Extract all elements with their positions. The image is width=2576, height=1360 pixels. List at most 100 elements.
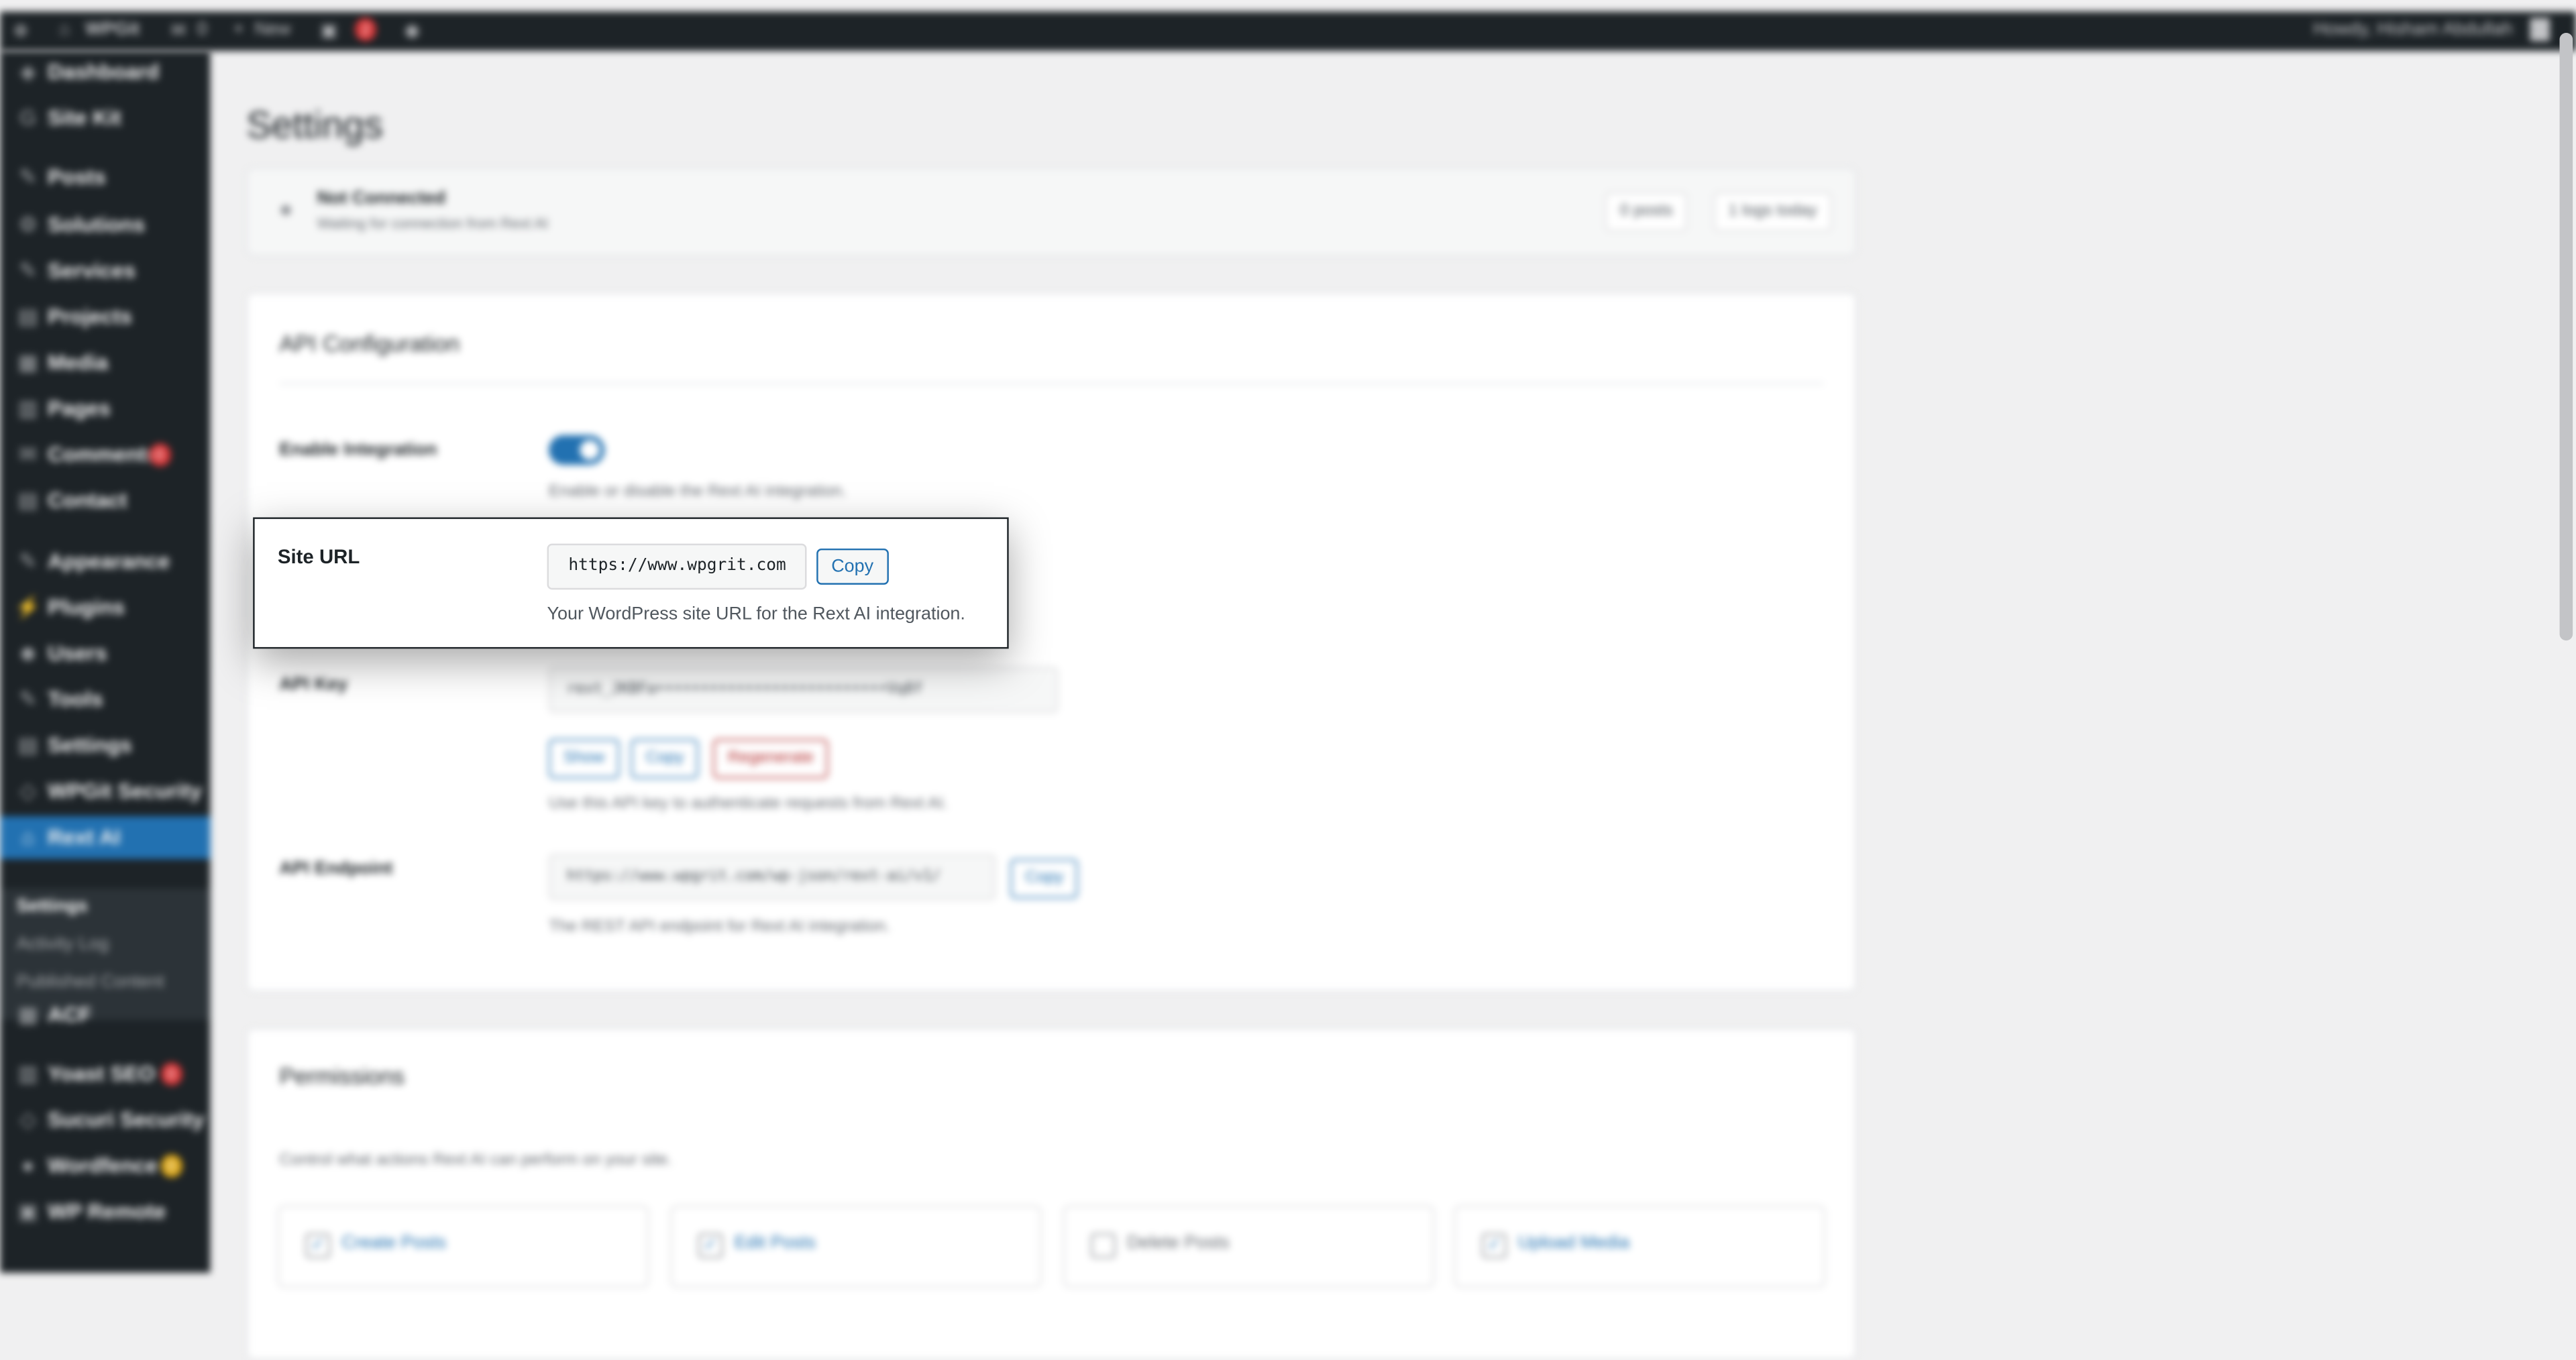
copy-endpoint-button[interactable]: Copy (1010, 858, 1079, 899)
plus-icon: + (233, 19, 244, 40)
sidebar-item-plugins[interactable]: ⚡ Plugins (0, 586, 210, 629)
divider (279, 382, 1824, 385)
home-icon: ⌂ (59, 19, 70, 40)
sidebar-item-comments[interactable]: ✉ Comments 0 (0, 434, 210, 477)
page-title: Settings (246, 104, 383, 147)
mail-icon: ▤ (17, 488, 38, 513)
status-title: Not Connected (317, 188, 446, 209)
updates-badge[interactable]: 2 (354, 17, 376, 42)
checkbox[interactable]: ✓ (305, 1233, 331, 1258)
page-icon: ▥ (17, 396, 38, 420)
sidebar-item-wordfence[interactable]: ● Wordfence 0 (0, 1145, 210, 1188)
permissions-description: Control what actions Rext AI can perform… (279, 1151, 672, 1170)
sidebar-item-dashboard[interactable]: ◈ Dashboard (0, 51, 210, 94)
admin-bar: ⊕ ⌂ WPGit ✉ 0 + New ▣ 2 ◉ Howdy, Hisham … (0, 11, 2576, 51)
new-content-link[interactable]: New (255, 19, 291, 39)
wordpress-logo-icon[interactable]: ⊕ (13, 19, 29, 41)
sidebar-item-wp-remote[interactable]: ▣ WP Remote (0, 1191, 210, 1234)
sidebar-item-pages[interactable]: ▥ Pages (0, 388, 210, 431)
media-icon: ▦ (17, 349, 38, 375)
seo-icon: ▥ (17, 1061, 38, 1086)
toggle-knob (580, 440, 600, 460)
sidebar-item-rext-ai[interactable]: ⌂ Rext AI (0, 816, 211, 859)
sidebar-item-sucuri-security[interactable]: ◇ Sucuri Security (0, 1098, 210, 1141)
api-endpoint-description: The REST API endpoint for Rext AI integr… (548, 917, 890, 936)
site-name-link[interactable]: WPGit (85, 19, 140, 39)
permission-delete-posts[interactable]: Delete Posts (1063, 1205, 1434, 1288)
brush-icon: ✎ (19, 548, 37, 573)
sidebar-item-label: Appearance (48, 548, 170, 573)
posts-count-badge: 0 posts (1605, 192, 1688, 232)
sidebar-item-yoast-seo[interactable]: ▥ Yoast SEO 0 (0, 1053, 210, 1096)
sidebar-item-users[interactable]: ☻ Users (0, 632, 210, 675)
submenu-item-settings[interactable]: Settings (16, 889, 226, 925)
site-url-description: Your WordPress site URL for the Rext AI … (547, 604, 965, 624)
sidebar-item-services[interactable]: ✎ Services (0, 249, 210, 292)
permission-upload-media[interactable]: ✓ Upload Media (1454, 1205, 1825, 1288)
sidebar-item-label: Yoast SEO (48, 1061, 156, 1086)
sidebar-item-appearance[interactable]: ✎ Appearance (0, 541, 210, 583)
api-endpoint-field[interactable]: https://www.wpgrit.com/wp-json/rext-ai/v… (548, 854, 996, 901)
sidebar-item-label: Rext AI (48, 824, 121, 850)
permission-label: Create Posts (341, 1233, 447, 1253)
notification-badge: 0 (160, 1062, 182, 1086)
sidebar-item-projects[interactable]: ▤ Projects (0, 296, 210, 339)
api-endpoint-label: API Endpoint (279, 858, 393, 879)
sidebar-item-label: Contact (48, 488, 127, 513)
api-key-field[interactable]: rext_JKBFa••••••••••••••••••••••••••Vq8f (548, 667, 1059, 713)
eye-icon[interactable]: ◉ (404, 19, 420, 41)
api-key-description: Use this API key to authenticate request… (548, 795, 948, 813)
sidebar-item-posts[interactable]: ✎ Posts (0, 156, 210, 199)
sidebar-item-label: Sucuri Security (48, 1107, 205, 1132)
sidebar-item-wpgit-security[interactable]: ◇ WPGit Security (0, 771, 210, 813)
sidebar-item-label: Posts (48, 164, 106, 189)
page-scrollbar[interactable] (2559, 32, 2573, 641)
notification-badge: 0 (160, 1154, 182, 1178)
submenu-item-activity-log[interactable]: Activity Log (16, 926, 226, 962)
copy-api-key-button[interactable]: Copy (631, 739, 699, 779)
submenu-item-published-content[interactable]: Published Content (16, 964, 226, 1001)
sidebar-item-media[interactable]: ▦ Media (0, 341, 210, 384)
api-key-label: API Key (279, 675, 348, 695)
sidebar-item-site-kit[interactable]: G Site Kit (0, 97, 210, 139)
sidebar-item-settings[interactable]: ▤ Settings (0, 724, 210, 767)
permission-edit-posts[interactable]: ✓ Edit Posts (670, 1205, 1042, 1288)
comment-icon: ✉ (170, 21, 186, 42)
checkbox[interactable]: ✓ (698, 1233, 723, 1258)
remote-icon: ▣ (17, 1198, 38, 1224)
sidebar-item-tools[interactable]: ✎ Tools (0, 678, 210, 721)
security-icon: ◇ (19, 1107, 36, 1132)
sidebar-item-solutions[interactable]: ⚙ Solutions (0, 204, 210, 247)
sidebar-item-label: Tools (48, 686, 103, 712)
checkbox[interactable] (1091, 1233, 1116, 1258)
permission-create-posts[interactable]: ✓ Create Posts (277, 1205, 649, 1288)
site-url-field[interactable]: https://www.wpgrit.com (547, 543, 808, 590)
sidebar-item-label: Solutions (48, 211, 146, 237)
sidebar-item-label: Projects (48, 304, 132, 329)
enable-integration-toggle[interactable] (548, 435, 605, 465)
sidebar-item-contact[interactable]: ▤ Contact (0, 479, 210, 522)
site-url-focus-panel: Site URL https://www.wpgrit.com Copy You… (253, 517, 1009, 649)
sidebar-item-label: Services (48, 258, 136, 283)
regenerate-api-key-button[interactable]: Regenerate (712, 739, 828, 779)
status-subtitle: Waiting for connection from Rext AI (317, 215, 549, 232)
permission-label: Delete Posts (1127, 1233, 1230, 1253)
wordfence-icon: ● (21, 1153, 35, 1178)
pin-icon: ✎ (19, 164, 37, 189)
permission-label: Upload Media (1517, 1233, 1630, 1253)
show-api-key-button[interactable]: Show (548, 739, 620, 779)
user-icon: ☻ (16, 640, 40, 665)
logs-count-badge: 1 logs today (1713, 192, 1832, 232)
updates-icon: ▣ (320, 21, 338, 42)
user-greeting[interactable]: Howdy, Hisham Abdullah (2313, 19, 2512, 39)
copy-site-url-button[interactable]: Copy (816, 548, 889, 585)
home-icon: ⌂ (21, 824, 35, 850)
checkbox[interactable]: ✓ (1481, 1233, 1507, 1258)
gear-icon: ⚙ (18, 211, 38, 237)
api-configuration-heading: API Configuration (279, 330, 460, 357)
sidebar-item-label: WPGit Security (48, 778, 203, 803)
folder-icon: ▤ (17, 304, 38, 329)
avatar[interactable] (2530, 17, 2550, 42)
comments-count[interactable]: 0 (197, 19, 207, 39)
notification-badge: 0 (148, 443, 170, 467)
